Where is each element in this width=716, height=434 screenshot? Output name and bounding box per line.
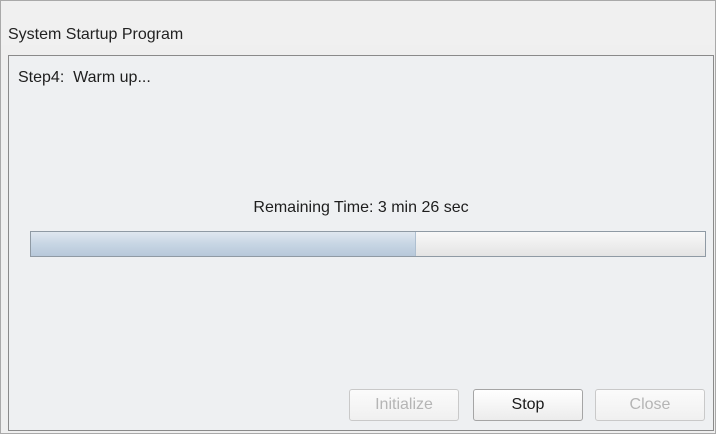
remaining-time-label: Remaining Time: 3 min 26 sec (253, 199, 469, 216)
dialog-title: System Startup Program (8, 26, 184, 43)
step-status-text: Step4: Warm up... (18, 69, 151, 86)
progress-bar-fill (31, 232, 416, 256)
close-button[interactable]: Close (595, 389, 705, 421)
dialog-content-panel: Step4: Warm up... Remaining Time: 3 min … (8, 55, 714, 431)
stop-button[interactable]: Stop (473, 389, 583, 421)
startup-dialog: System Startup Program Step4: Warm up...… (0, 0, 716, 434)
initialize-button[interactable]: Initialize (349, 389, 459, 421)
warmup-progress-bar (30, 231, 706, 257)
title-bar: System Startup Program (1, 1, 715, 45)
